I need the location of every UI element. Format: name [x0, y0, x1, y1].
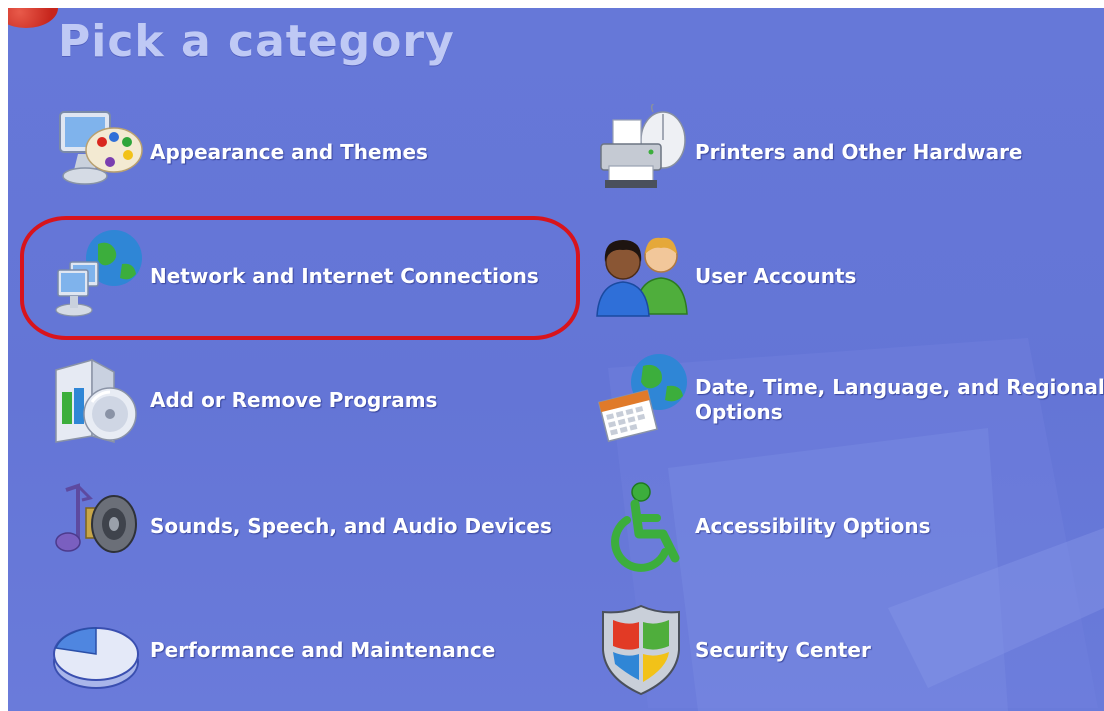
category-performance-maintenance[interactable]: Performance and Maintenance — [48, 602, 495, 698]
category-date-time-language[interactable]: Date, Time, Language, and Regional Optio… — [593, 352, 1104, 448]
security-center-icon — [602, 604, 680, 696]
category-appearance-themes[interactable]: Appearance and Themes — [48, 104, 428, 200]
category-label: User Accounts — [695, 263, 857, 288]
category-label: Appearance and Themes — [150, 139, 428, 164]
category-sounds-audio[interactable]: Sounds, Speech, and Audio Devices — [48, 478, 552, 574]
add-remove-programs-icon — [55, 358, 137, 443]
corner-badge-icon — [8, 8, 58, 28]
category-label: Security Center — [695, 637, 871, 662]
category-user-accounts[interactable]: User Accounts — [593, 228, 856, 324]
category-printers-hardware[interactable]: Printers and Other Hardware — [593, 104, 1023, 200]
category-label: Network and Internet Connections — [150, 263, 539, 288]
printer-hardware-icon — [600, 104, 686, 188]
appearance-themes-icon — [59, 111, 143, 185]
performance-maintenance-icon — [53, 627, 139, 689]
category-label: Printers and Other Hardware — [695, 139, 1023, 164]
sounds-audio-icon — [55, 483, 137, 553]
category-accessibility[interactable]: Accessibility Options — [593, 478, 930, 574]
category-add-remove-programs[interactable]: Add or Remove Programs — [48, 352, 437, 448]
category-label: Sounds, Speech, and Audio Devices — [150, 513, 552, 538]
category-security-center[interactable]: Security Center — [593, 602, 871, 698]
category-label: Date, Time, Language, and Regional Optio… — [695, 375, 1104, 424]
page-title: Pick a category — [58, 16, 455, 67]
category-label: Performance and Maintenance — [150, 637, 496, 662]
category-label: Add or Remove Programs — [150, 387, 438, 412]
network-internet-icon — [55, 230, 142, 317]
category-network-internet[interactable]: Network and Internet Connections — [48, 228, 539, 324]
user-accounts-icon — [596, 237, 688, 317]
accessibility-icon — [611, 482, 680, 572]
category-label: Accessibility Options — [695, 513, 931, 538]
date-time-language-icon — [597, 354, 687, 443]
control-panel-category-view: Pick a category Appearance and Themes Ne… — [8, 8, 1104, 711]
